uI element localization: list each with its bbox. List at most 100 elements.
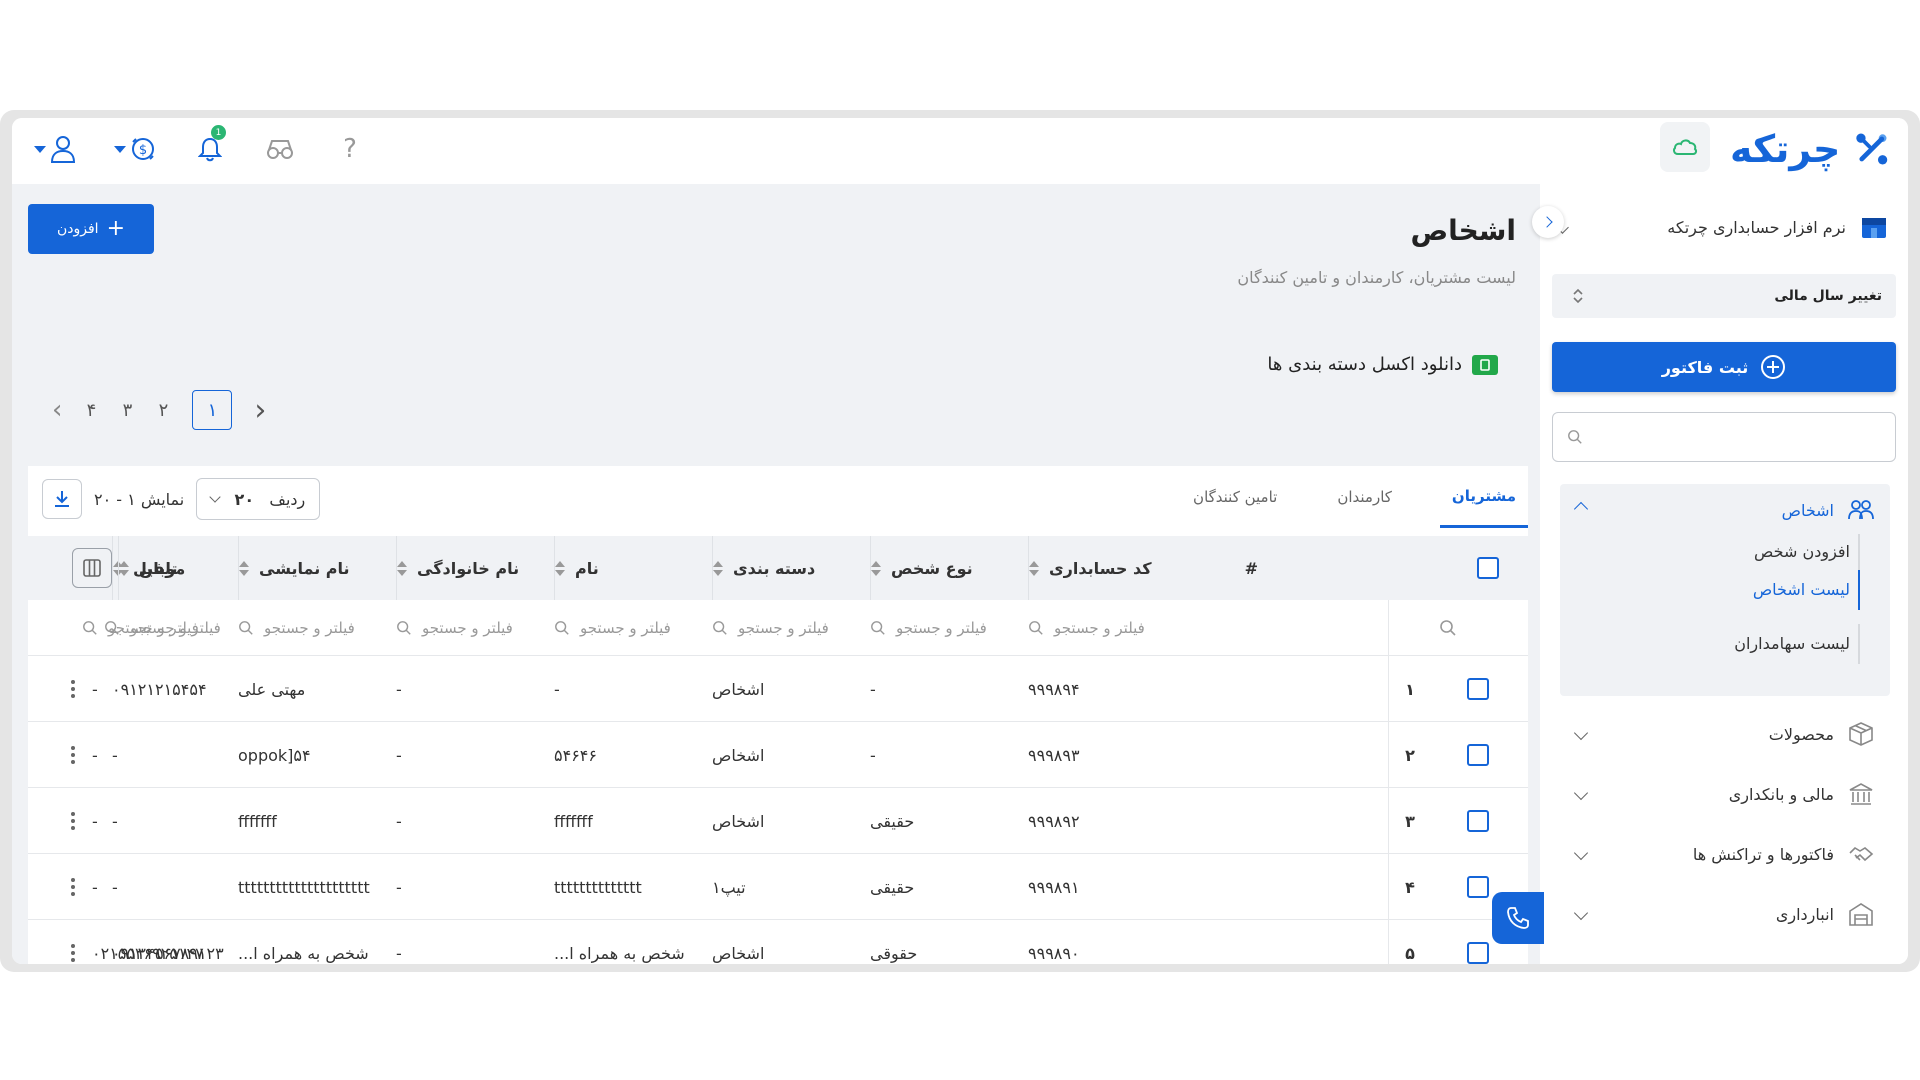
table-row[interactable]: ۵ ۹۹۹۸۹۰ حقوقی اشخاص شخص به همراه ا... -… — [28, 920, 1528, 964]
download-excel-link[interactable]: دانلود اکسل دسته بندی ها — [1267, 354, 1498, 375]
filter-row: فیلتر و جستجو فیلتر و جستجو فیلتر و جستج… — [28, 600, 1528, 656]
row-menu-button[interactable] — [58, 854, 88, 920]
filter-phone[interactable] — [28, 600, 82, 656]
chevron-up-icon — [1573, 501, 1589, 517]
sort-icon — [119, 560, 129, 576]
row-number: ۴ — [1405, 877, 1415, 897]
sidebar-item-products[interactable]: محصولات — [1560, 710, 1890, 758]
table-row[interactable]: ۲ ۹۹۹۸۹۳ - اشخاص ۵۴۶۴۶ - oppok]۵۴ - - — [28, 722, 1528, 788]
sidebar-item-invoices[interactable]: فاکتورها و تراکنش ها — [1560, 830, 1890, 878]
sidebar-search — [1552, 412, 1896, 462]
filter-category[interactable]: فیلتر و جستجو — [712, 600, 870, 656]
page-subtitle: لیست مشتریان، کارمندان و تامین کنندگان — [1237, 268, 1516, 287]
row-menu-button[interactable] — [58, 920, 88, 964]
app-window: $ 1 ? چرتکه افزودن + اشخاص لیست مشتریان،… — [12, 118, 1908, 964]
more-vertical-icon — [71, 746, 75, 764]
nav-group-persons: اشخاص افزودن شخص لیست اشخاص لیست سهامدار… — [1560, 484, 1890, 696]
col-phone-label[interactable]: تلفن — [118, 536, 238, 600]
cell-name: tttttttttttttt — [554, 877, 642, 897]
sidebar-collapse-button[interactable] — [1532, 206, 1564, 238]
filter-name[interactable]: فیلتر و جستجو — [554, 600, 712, 656]
row-count: ۲۰ — [234, 489, 255, 509]
caret-down-icon — [114, 145, 126, 153]
search-icon — [713, 621, 727, 635]
bank-icon — [1849, 783, 1873, 805]
table-row[interactable]: ۴ ۹۹۹۸۹۱ حقیقی تیپ۱ tttttttttttttt - ttt… — [28, 854, 1528, 920]
help-button[interactable]: ? — [330, 129, 370, 169]
col-display-name[interactable]: نام نمایشی — [238, 536, 396, 600]
fiscal-year-selector[interactable]: تغییر سال مالی — [1552, 274, 1896, 318]
col-accounting-code[interactable]: کد حسابداری — [1028, 536, 1268, 600]
tab-employees[interactable]: کارمندان — [1325, 466, 1404, 528]
support-call-button[interactable] — [1492, 892, 1544, 944]
sidebar-item-persons[interactable]: اشخاص — [1560, 484, 1890, 536]
filter-person-type[interactable]: فیلتر و جستجو — [870, 600, 1028, 656]
row-checkbox[interactable] — [1467, 942, 1489, 964]
organization-selector[interactable]: نرم افزار حسابداری چرتکه — [1556, 204, 1888, 250]
page-next-icon[interactable]: › — [254, 393, 266, 428]
page-3[interactable]: ۳ — [120, 400, 134, 421]
products-label: محصولات — [1768, 724, 1834, 744]
columns-toggle-button[interactable] — [72, 548, 112, 588]
persons-label: اشخاص — [1781, 500, 1834, 520]
filter-family[interactable]: فیلتر و جستجو — [396, 600, 554, 656]
sidebar-item-warehouse[interactable]: انبارداری — [1560, 890, 1890, 938]
register-invoice-button[interactable]: ثبت فاکتور — [1552, 342, 1896, 392]
cloud-sync-button[interactable] — [1660, 122, 1710, 172]
add-person-button[interactable]: افزودن + — [28, 204, 154, 254]
sidebar-item-persons-list[interactable]: لیست اشخاص — [1753, 580, 1850, 599]
row-checkbox[interactable] — [1467, 744, 1489, 766]
col-name[interactable]: نام — [554, 536, 712, 600]
row-checkbox[interactable] — [1467, 810, 1489, 832]
currency-menu-button[interactable]: $ — [110, 129, 160, 169]
row-label: ردیف — [269, 489, 306, 509]
row-menu-button[interactable] — [58, 722, 88, 788]
row-menu-button[interactable] — [58, 788, 88, 854]
top-header: $ 1 ? چرتکه — [12, 118, 1908, 184]
cell-code: ۹۹۹۸۹۳ — [1028, 745, 1080, 765]
col-phone[interactable] — [28, 536, 112, 600]
table-row[interactable]: ۱ ۹۹۹۸۹۴ - اشخاص - - مهتی علی ۰۹۱۲۱۲۱۵۴۵… — [28, 656, 1528, 722]
sidebar-item-shareholders[interactable]: لیست سهامداران — [1734, 634, 1850, 653]
page-4[interactable]: ۴ — [84, 400, 98, 421]
show-range: نمایش ۱ - ۲۰ — [94, 489, 185, 509]
glasses-button[interactable] — [260, 129, 300, 169]
filter-display-name[interactable]: فیلتر و جستجو — [238, 600, 396, 656]
cell-code: ۹۹۹۸۹۰ — [1028, 943, 1080, 963]
cell-category: تیپ۱ — [712, 877, 746, 897]
chevron-down-icon — [1573, 785, 1589, 801]
select-all-checkbox[interactable] — [1477, 557, 1499, 579]
tab-suppliers[interactable]: تامین کنندگان — [1181, 466, 1289, 528]
filter-phone-field[interactable]: فیلتر و جستجو — [104, 600, 238, 656]
sidebar-search-input[interactable] — [1583, 413, 1881, 461]
user-menu-button[interactable] — [30, 129, 80, 169]
col-category[interactable]: دسته بندی — [712, 536, 870, 600]
sidebar-item-finance[interactable]: مالی و بانکداری — [1560, 770, 1890, 818]
sidebar-item-add-person[interactable]: افزودن شخص — [1754, 542, 1850, 561]
excel-link-label: دانلود اکسل دسته بندی ها — [1267, 354, 1462, 375]
brand-logo[interactable]: چرتکه — [1730, 120, 1890, 178]
rows-per-page-select[interactable]: ردیف ۲۰ — [196, 478, 321, 520]
row-checkbox[interactable] — [1467, 678, 1489, 700]
main-content: افزودن + اشخاص لیست مشتریان، کارمندان و … — [12, 184, 1564, 964]
page-1[interactable]: ۱ — [192, 390, 233, 430]
logo-text: چرتکه — [1730, 127, 1841, 171]
col-family[interactable]: نام خانوادگی — [396, 536, 554, 600]
search-icon — [1440, 620, 1456, 636]
sort-icon — [1029, 560, 1039, 576]
cell-code: ۹۹۹۸۹۲ — [1028, 811, 1080, 831]
row-checkbox[interactable] — [1467, 876, 1489, 898]
tab-customers[interactable]: مشتریان — [1439, 466, 1528, 528]
coin-icon: $ — [132, 138, 154, 160]
notifications-button[interactable]: 1 — [190, 125, 230, 169]
cell-phone: - — [92, 811, 98, 831]
sidebar: نرم افزار حسابداری چرتکه تغییر سال مالی … — [1540, 184, 1908, 964]
table-row[interactable]: ۳ ۹۹۹۸۹۲ حقیقی اشخاص fffffff - fffffff -… — [28, 788, 1528, 854]
download-button[interactable] — [42, 479, 82, 519]
page-2[interactable]: ۲ — [156, 400, 170, 421]
page-prev-icon[interactable]: ‹ — [52, 395, 62, 425]
row-menu-button[interactable] — [58, 656, 88, 722]
col-person-type[interactable]: نوع شخص — [870, 536, 1028, 600]
header-actions: $ 1 ? — [30, 125, 400, 172]
filter-accounting-code[interactable]: فیلتر و جستجو — [1028, 600, 1388, 656]
